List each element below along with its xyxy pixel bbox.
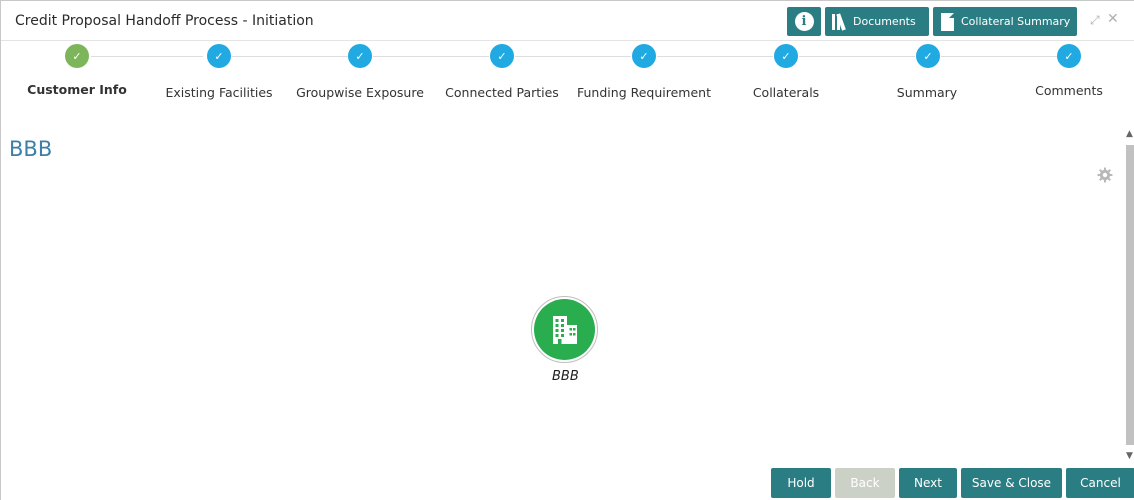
document-icon bbox=[941, 12, 954, 31]
step-connector bbox=[657, 56, 773, 57]
step-connector bbox=[232, 56, 348, 57]
gear-icon[interactable] bbox=[1097, 167, 1113, 187]
collateral-summary-label: Collateral Summary bbox=[961, 15, 1071, 28]
next-button[interactable]: Next bbox=[899, 468, 957, 498]
entity-node-label: BBB bbox=[552, 369, 579, 384]
step-connector bbox=[799, 56, 915, 57]
step-label-summary[interactable]: Summary bbox=[897, 85, 957, 100]
info-icon: i bbox=[794, 12, 814, 31]
step-comments-check-icon[interactable]: ✓ bbox=[1057, 44, 1081, 68]
step-label-connected-parties[interactable]: Connected Parties bbox=[445, 85, 559, 100]
step-label-comments[interactable]: Comments bbox=[1035, 83, 1103, 98]
step-connector bbox=[91, 56, 203, 57]
save-close-button[interactable]: Save & Close bbox=[961, 468, 1062, 498]
documents-label: Documents bbox=[853, 15, 916, 28]
step-existing-facilities-check-icon[interactable]: ✓ bbox=[207, 44, 231, 68]
scroll-down-icon[interactable]: ▼ bbox=[1126, 451, 1133, 461]
info-button[interactable]: i bbox=[787, 7, 821, 36]
scroll-up-icon[interactable]: ▲ bbox=[1126, 129, 1133, 139]
entity-node[interactable] bbox=[531, 296, 598, 363]
documents-button[interactable]: Documents bbox=[825, 7, 929, 36]
app-window: Credit Proposal Handoff Process - Initia… bbox=[0, 0, 1134, 500]
collateral-summary-button[interactable]: Collateral Summary bbox=[933, 7, 1077, 36]
step-label-existing-facilities[interactable]: Existing Facilities bbox=[165, 85, 272, 100]
hold-button[interactable]: Hold bbox=[771, 468, 831, 498]
step-label-customer-info[interactable]: Customer Info bbox=[27, 82, 127, 97]
step-funding-requirement-check-icon[interactable]: ✓ bbox=[632, 44, 656, 68]
step-connected-parties-check-icon[interactable]: ✓ bbox=[490, 44, 514, 68]
step-summary-check-icon[interactable]: ✓ bbox=[916, 44, 940, 68]
expand-icon[interactable]: ⤢ bbox=[1090, 13, 1100, 28]
window-title: Credit Proposal Handoff Process - Initia… bbox=[15, 13, 314, 29]
cancel-button[interactable]: Cancel bbox=[1066, 468, 1134, 498]
step-label-groupwise-exposure[interactable]: Groupwise Exposure bbox=[296, 85, 424, 100]
step-connector bbox=[373, 56, 489, 57]
library-icon bbox=[832, 12, 846, 31]
progress-stepper: ✓ ✓ ✓ ✓ ✓ ✓ ✓ ✓ Customer Info Existing F… bbox=[1, 41, 1134, 111]
entity-node-circle bbox=[534, 299, 595, 360]
step-groupwise-exposure-check-icon[interactable]: ✓ bbox=[348, 44, 372, 68]
step-connector bbox=[941, 56, 1057, 57]
step-customer-info-check-icon[interactable]: ✓ bbox=[65, 44, 89, 68]
scrollbar-thumb[interactable] bbox=[1126, 145, 1134, 445]
step-connector bbox=[515, 56, 631, 57]
building-icon bbox=[552, 315, 577, 344]
vertical-scrollbar[interactable]: ▲ ▼ bbox=[1125, 129, 1134, 461]
content-title: BBB bbox=[9, 137, 53, 161]
back-button[interactable]: Back bbox=[835, 468, 895, 498]
step-label-funding-requirement[interactable]: Funding Requirement bbox=[577, 85, 711, 100]
close-icon[interactable]: ✕ bbox=[1107, 11, 1119, 27]
step-collaterals-check-icon[interactable]: ✓ bbox=[774, 44, 798, 68]
title-bar: Credit Proposal Handoff Process - Initia… bbox=[1, 1, 1134, 41]
step-label-collaterals[interactable]: Collaterals bbox=[753, 85, 819, 100]
